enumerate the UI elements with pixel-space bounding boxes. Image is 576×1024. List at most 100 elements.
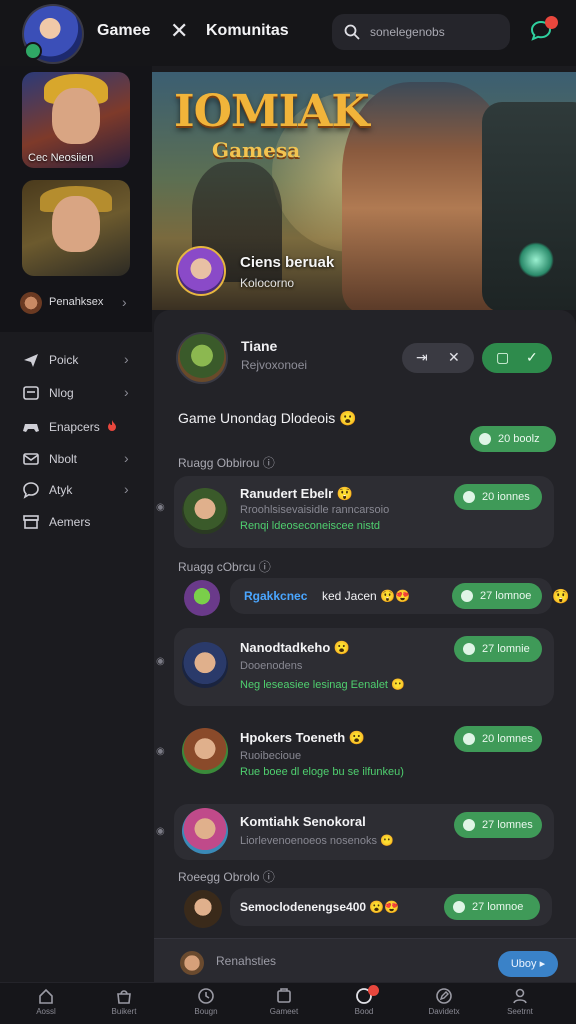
sidebar-item-label: Nlog	[49, 386, 74, 400]
tab-profile[interactable]: Seetrnt	[490, 987, 550, 1023]
archive-icon	[23, 515, 39, 529]
tab-label: Buikert	[111, 1007, 137, 1016]
search-bar[interactable]	[332, 14, 510, 50]
message-input[interactable]	[216, 951, 476, 971]
sidebar-item-label: Atyk	[49, 483, 73, 497]
chevron-right-icon: ›	[122, 294, 127, 310]
reaction-pill[interactable]: 20 boolz	[470, 426, 556, 452]
list-item[interactable]: Rgakkcnec ked Jacen 😲😍 27 lomnoe	[230, 578, 552, 614]
sidebar-nav: Poick › Nlog › Enapcers Nbolt › Atyk › A…	[0, 332, 152, 982]
message-author: Komtiahk Senokoral	[240, 814, 366, 829]
featured-column: Cec Neosiien Penahksex ›	[0, 66, 152, 332]
message-composer: Uboy ▸	[154, 938, 576, 982]
check-icon[interactable]: ✓	[526, 349, 538, 366]
sidebar-item-label: Poick	[49, 353, 79, 367]
tab-edit[interactable]: Davidetx	[414, 987, 474, 1023]
tab-home[interactable]: Aossl	[16, 987, 76, 1023]
hero-face	[52, 196, 100, 252]
notifications-button[interactable]	[528, 16, 558, 46]
sidebar-item-nbolt[interactable]: Nbolt ›	[20, 445, 140, 473]
emoji-reaction-icon[interactable]: 😲	[552, 588, 569, 605]
row-marker: ◉	[156, 746, 165, 757]
section-label: Ruagg cObrcu ⓘ	[178, 560, 271, 574]
list-item[interactable]: Nanodtadkeho 😮 Dooenodens Neg leseasiee …	[174, 628, 554, 706]
avatar	[180, 951, 204, 975]
avatar	[182, 642, 228, 688]
mail-icon	[23, 453, 39, 465]
featured-thumb-2[interactable]	[22, 180, 130, 276]
message-text: Semoclodenengse400 😮😍	[240, 900, 400, 914]
left-user-name: Penahksex	[49, 296, 104, 308]
list-item[interactable]: Hpokers Toeneth 😮 Ruoibecioue Rue boee d…	[174, 718, 554, 796]
list-item[interactable]: Komtiahk Senokoral Liorlevenoenoeos nose…	[174, 804, 554, 860]
bottom-nav: Aossl Buikert Bougn Gameet Bood Davidetx…	[0, 982, 576, 1024]
tab-label: Davidetx	[428, 1007, 460, 1016]
search-icon	[344, 24, 360, 40]
sidebar-item-poick[interactable]: Poick ›	[20, 346, 140, 374]
brand-divider-icon: ✕	[170, 18, 189, 43]
game-logo-subtitle: Gamesa	[212, 138, 301, 162]
row-marker: ◉	[156, 826, 165, 837]
community-title[interactable]: Komunitas	[206, 22, 289, 40]
top-bar: Gamee ✕ Komunitas	[0, 0, 576, 66]
message-subtitle: Rroohlsisevaisidle ranncarsoio	[240, 504, 390, 516]
plane-icon	[24, 354, 38, 367]
tab-clock[interactable]: Bougn	[176, 987, 236, 1023]
reaction-pill[interactable]: 27 lomnes	[454, 812, 542, 838]
list-item[interactable]: Semoclodenengse400 😮😍 27 lomnoe	[230, 888, 552, 926]
sidebar-item-label: Nbolt	[49, 452, 78, 466]
sidebar-item-label: Enapcers	[49, 420, 100, 434]
sidebar-item-nlog[interactable]: Nlog ›	[20, 379, 140, 407]
hero-banner[interactable]: IOMIAK Gamesa Ciens beruak Kolocorno	[152, 72, 576, 310]
reaction-pill[interactable]: 27 lomnoe	[452, 583, 542, 609]
sidebar-item-atyk[interactable]: Atyk ›	[20, 476, 140, 504]
hero-subtitle: Kolocorno	[240, 276, 295, 290]
brand-name[interactable]: Gamee	[97, 22, 150, 40]
send-button[interactable]: Uboy ▸	[498, 951, 558, 977]
thumb-label: Cec Neosiien	[28, 152, 94, 164]
panel-controls: ⇥ ✕	[402, 343, 474, 373]
inbox-icon	[23, 386, 39, 400]
message-text: Neg leseasiee lesinag Eenalet 😶	[240, 679, 405, 691]
tab-chat[interactable]: Bood	[334, 985, 394, 1023]
avatar[interactable]	[176, 332, 228, 384]
row-marker: ◉	[156, 656, 165, 667]
message-author: Hpokers Toeneth 😮	[240, 730, 366, 745]
hero-title: Ciens beruak	[240, 254, 335, 271]
hero-face	[52, 88, 100, 144]
pin-icon[interactable]: ⇥	[416, 349, 428, 366]
square-icon[interactable]: ▢	[496, 349, 509, 366]
chevron-right-icon: ›	[124, 384, 129, 400]
featured-thumb-1[interactable]: Cec Neosiien	[22, 72, 130, 168]
search-input[interactable]	[370, 22, 500, 42]
reaction-pill[interactable]: 20 lomnes	[454, 726, 542, 752]
community-chat-panel: Tiane Rejvoxonoei ⇥ ✕ ▢ ✓ Game Unondag D…	[154, 310, 576, 982]
sidebar-item-aemers[interactable]: Aemers	[20, 508, 140, 536]
hero-avatar[interactable]	[176, 246, 226, 296]
left-user-link[interactable]: Penahksex ›	[20, 288, 140, 316]
section-label: Roeegg Obrolo ⓘ	[178, 870, 275, 884]
sidebar-item-enapcers[interactable]: Enapcers	[20, 413, 140, 441]
game-logo: IOMIAK	[174, 86, 370, 137]
tab-games[interactable]: Gameet	[254, 987, 314, 1023]
online-badge	[24, 42, 42, 60]
tab-label: Bood	[354, 1007, 374, 1016]
close-icon[interactable]: ✕	[448, 349, 460, 366]
tab-label: Aossl	[36, 1007, 56, 1016]
reaction-pill[interactable]: 20 ionnes	[454, 484, 542, 510]
reaction-pill[interactable]: 27 lomnie	[454, 636, 542, 662]
reaction-pill[interactable]: 27 lomnoe	[444, 894, 540, 920]
profile-icon	[513, 988, 527, 1004]
fire-icon	[108, 420, 116, 431]
avatar	[184, 890, 222, 928]
list-item[interactable]: Ranudert Ebelr 😲 Rroohlsisevaisidle rann…	[174, 476, 554, 548]
chat-icon	[23, 482, 39, 499]
shop-icon	[117, 990, 131, 1004]
tab-shop[interactable]: Buikert	[94, 987, 154, 1023]
mention-link[interactable]: Rgakkcnec	[244, 589, 307, 603]
message-subtitle: Ruoibecioue	[240, 750, 302, 762]
user-avatar[interactable]	[22, 4, 84, 64]
home-icon	[39, 988, 53, 1004]
panel-subtitle: Rejvoxonoei	[241, 358, 308, 372]
controller-icon	[23, 424, 39, 432]
